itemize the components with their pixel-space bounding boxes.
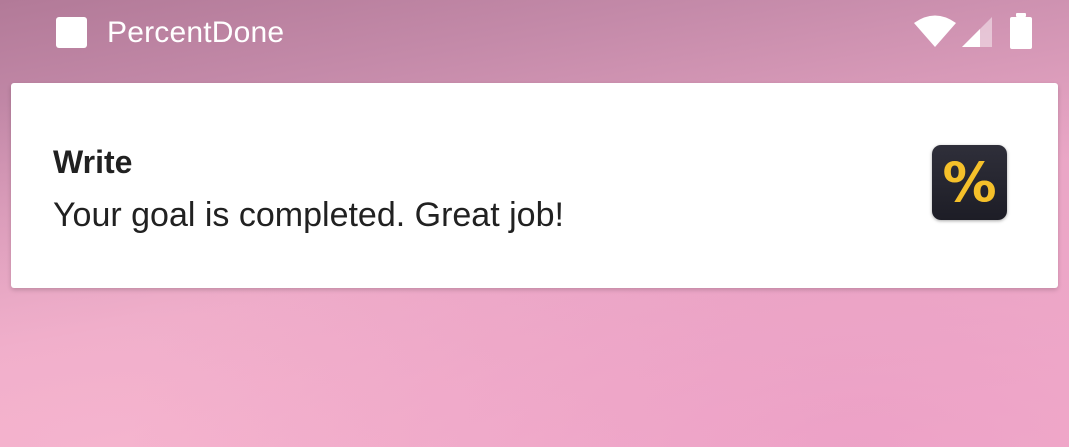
app-square-icon xyxy=(56,17,87,48)
wifi-icon xyxy=(914,15,956,47)
notification-text: Your goal is completed. Great job! xyxy=(53,196,564,234)
notification-title: Write xyxy=(53,144,133,180)
percent-icon: % xyxy=(932,145,1007,220)
percent-glyph: % xyxy=(942,150,997,214)
notification-card[interactable]: Write Your goal is completed. Great job!… xyxy=(11,83,1058,288)
cell-signal-icon xyxy=(962,17,992,47)
battery-icon xyxy=(1010,13,1032,49)
status-app-name: PercentDone xyxy=(107,16,285,49)
status-bar: PercentDone xyxy=(0,0,1069,66)
